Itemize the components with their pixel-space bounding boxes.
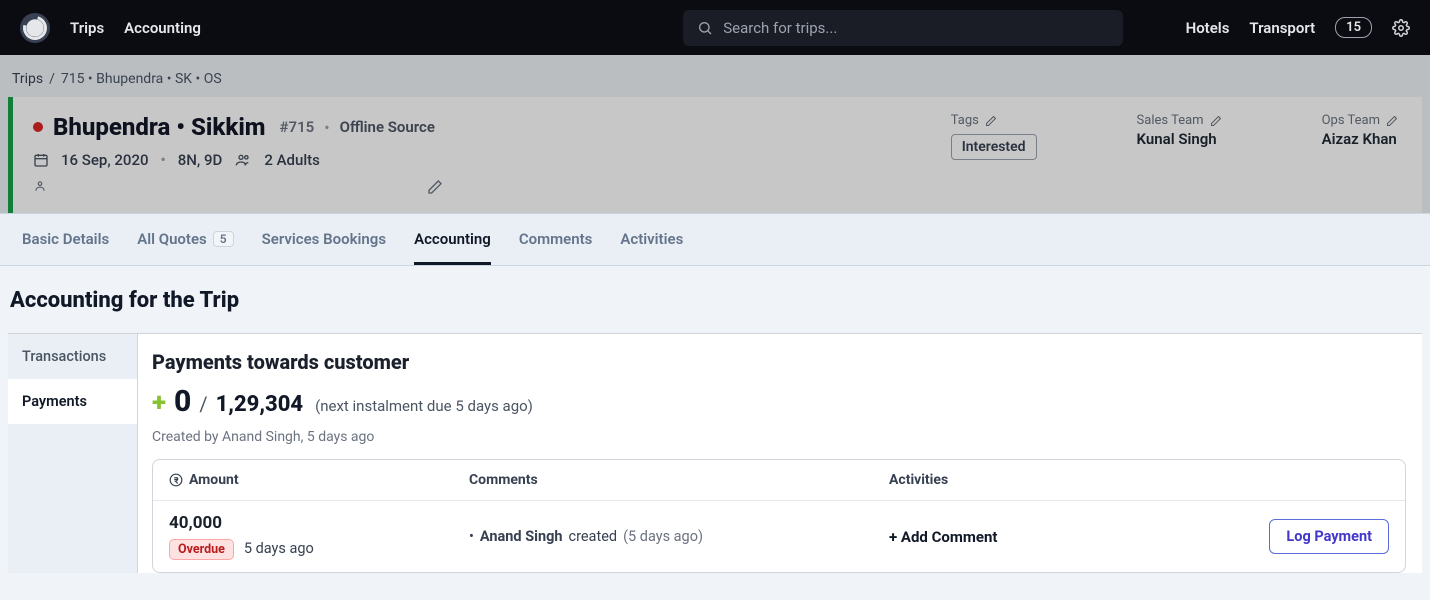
nav-trips[interactable]: Trips <box>70 19 104 37</box>
notification-badge[interactable]: 15 <box>1335 17 1372 38</box>
sales-team-name: Kunal Singh <box>1137 130 1222 148</box>
status-dot-icon <box>33 122 43 132</box>
payments-title: Payments towards customer <box>152 350 1406 374</box>
comment-time: (5 days ago) <box>623 528 703 545</box>
tab-comments[interactable]: Comments <box>519 214 593 265</box>
tab-all-quotes[interactable]: All Quotes 5 <box>137 214 233 265</box>
nav-hotels[interactable]: Hotels <box>1186 19 1230 37</box>
detail-tabs: Basic Details All Quotes 5 Services Book… <box>0 213 1430 266</box>
overdue-badge: Overdue <box>169 539 234 560</box>
trip-id: #715 <box>280 118 315 136</box>
total-amount: 1,29,304 <box>216 392 303 417</box>
col-amount: Amount <box>169 472 469 488</box>
tab-accounting[interactable]: Accounting <box>414 214 491 265</box>
col-activities: Activities <box>889 472 1389 488</box>
pencil-icon[interactable] <box>1210 115 1222 127</box>
created-by: Created by Anand Singh, 5 days ago <box>152 429 1406 445</box>
row-amount: 40,000 <box>169 513 469 533</box>
sales-team-block: Sales Team Kunal Singh <box>1137 113 1222 160</box>
tags-block: Tags Interested <box>951 113 1037 160</box>
tab-basic-details[interactable]: Basic Details <box>22 214 109 265</box>
tags-label: Tags <box>951 113 979 128</box>
ops-team-name: Aizaz Khan <box>1322 130 1398 148</box>
trip-header: Bhupendra • Sikkim #715 • Offline Source… <box>8 97 1422 213</box>
top-nav: Trips Accounting Hotels Transport 15 <box>0 0 1430 55</box>
instalment-note: (next instalment due 5 days ago) <box>315 397 533 415</box>
rupee-icon <box>169 473 183 487</box>
trip-source: Offline Source <box>340 118 435 136</box>
gear-icon[interactable] <box>1392 19 1410 37</box>
comment-author: Anand Singh <box>480 528 563 545</box>
breadcrumb: Trips / 715 • Bhupendra • SK • OS <box>0 55 1430 97</box>
section-title: Accounting for the Trip <box>0 266 1430 333</box>
trip-date: 16 Sep, 2020 <box>61 151 149 169</box>
col-comments: Comments <box>469 472 889 488</box>
user-icon <box>33 179 47 193</box>
tab-services-bookings[interactable]: Services Bookings <box>262 214 386 265</box>
accounting-body: Transactions Payments Payments towards c… <box>8 333 1422 573</box>
search-icon <box>697 20 713 36</box>
paid-amount: 0 <box>174 384 191 419</box>
people-icon <box>234 152 252 168</box>
trip-pax: 2 Adults <box>264 151 320 169</box>
trip-title: Bhupendra • Sikkim <box>53 113 266 141</box>
global-search[interactable] <box>683 10 1123 46</box>
ops-team-label: Ops Team <box>1322 113 1380 128</box>
payments-table: Amount Comments Activities 40,000 Overdu… <box>152 459 1406 573</box>
ops-team-block: Ops Team Aizaz Khan <box>1322 113 1398 160</box>
table-row: 40,000 Overdue 5 days ago • Anand Singh … <box>153 501 1405 572</box>
row-comment: • Anand Singh created (5 days ago) <box>469 528 889 545</box>
tag-chip[interactable]: Interested <box>951 134 1037 160</box>
pencil-icon[interactable] <box>985 115 997 127</box>
sales-team-label: Sales Team <box>1137 113 1204 128</box>
pencil-icon[interactable] <box>1386 115 1398 127</box>
row-ago: 5 days ago <box>244 540 314 557</box>
pencil-icon[interactable] <box>427 179 443 195</box>
log-payment-button[interactable]: Log Payment <box>1269 519 1389 554</box>
plus-icon: + <box>152 388 166 418</box>
breadcrumb-root[interactable]: Trips <box>12 71 43 87</box>
comment-action: created <box>569 528 618 545</box>
search-input[interactable] <box>723 19 1109 37</box>
trip-duration: 8N, 9D <box>178 151 223 169</box>
add-comment-button[interactable]: + Add Comment <box>889 528 997 546</box>
breadcrumb-current: 715 • Bhupendra • SK • OS <box>61 71 222 87</box>
side-tabs: Transactions Payments <box>8 334 138 573</box>
side-tab-transactions[interactable]: Transactions <box>8 334 137 379</box>
calendar-icon <box>33 152 49 168</box>
app-logo <box>20 13 50 43</box>
quotes-count: 5 <box>213 231 234 247</box>
side-tab-payments[interactable]: Payments <box>8 379 137 424</box>
payments-summary: + 0 / 1,29,304 (next instalment due 5 da… <box>152 384 1406 419</box>
nav-accounting[interactable]: Accounting <box>124 19 201 37</box>
tab-activities[interactable]: Activities <box>620 214 683 265</box>
nav-transport[interactable]: Transport <box>1249 19 1315 37</box>
